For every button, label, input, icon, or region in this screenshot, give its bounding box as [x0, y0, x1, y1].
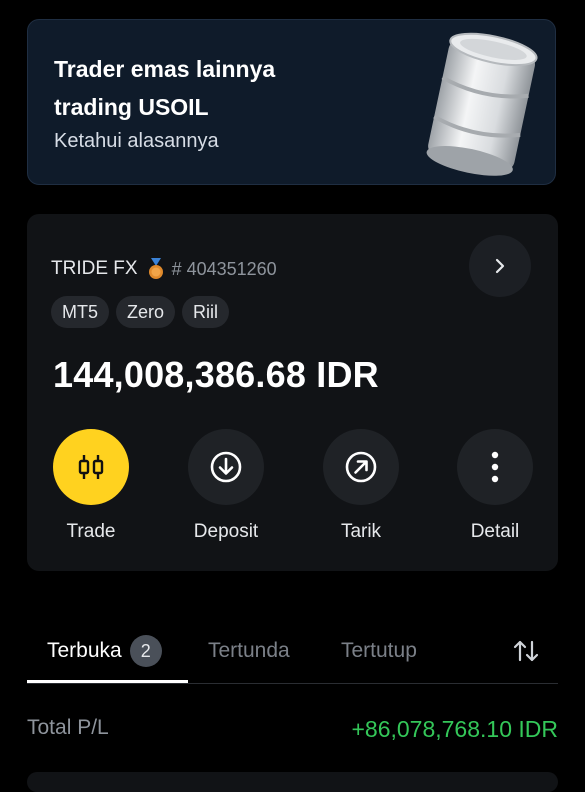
account-actions: Trade Deposit Tarik Detail [27, 429, 558, 549]
open-count-badge: 2 [129, 635, 162, 667]
withdraw-arrow-icon [345, 451, 377, 483]
tag-mode: Riil [182, 296, 230, 328]
medal-icon [148, 258, 163, 279]
detail-button[interactable]: Detail [440, 429, 550, 543]
withdraw-label: Tarik [340, 521, 382, 542]
tab-open[interactable]: Terbuka 2 [47, 620, 162, 682]
total-pl-value: +86,078,768.10 IDR [351, 716, 558, 742]
account-card: TRIDE FX # 404351260 MT5 Zero Riil 144,0… [27, 214, 558, 571]
sort-arrows-icon[interactable] [511, 636, 541, 666]
tab-pending-label: Tertunda [208, 639, 290, 662]
trade-candles-icon [78, 455, 104, 479]
trade-circle[interactable] [53, 429, 129, 505]
deposit-button[interactable]: Deposit [171, 429, 281, 543]
tab-open-label: Terbuka [47, 639, 122, 662]
promo-title: Trader emas lainnya trading USOIL [54, 56, 276, 120]
trade-button[interactable]: Trade [36, 429, 146, 543]
total-pl-label: Total P/L [27, 716, 109, 739]
oil-barrel-image [426, 32, 538, 176]
account-name: TRIDE FX [51, 258, 138, 279]
tag-account-type: Zero [116, 296, 176, 328]
active-tab-indicator [27, 680, 188, 683]
deposit-label: Deposit [193, 521, 259, 542]
position-card-partial[interactable] [27, 772, 558, 792]
account-tags: MT5 Zero Riil [51, 296, 230, 328]
deposit-circle[interactable] [188, 429, 264, 505]
total-pl-row: Total P/L +86,078,768.10 IDR [27, 712, 558, 746]
account-header: TRIDE FX # 404351260 [51, 257, 277, 281]
withdraw-button[interactable]: Tarik [306, 429, 416, 543]
tabs-divider [27, 683, 558, 684]
positions-tabs: Terbuka 2 Tertunda Tertutup [27, 620, 558, 684]
account-balance: 144,008,386.68 IDR [53, 354, 379, 395]
deposit-arrow-icon [210, 451, 242, 483]
promo-subtitle: Ketahui alasannya [54, 130, 219, 152]
withdraw-circle[interactable] [323, 429, 399, 505]
more-vertical-icon [491, 451, 499, 483]
tab-closed[interactable]: Tertutup [341, 620, 417, 682]
tab-pending[interactable]: Tertunda [208, 620, 290, 682]
account-open-button[interactable] [469, 235, 531, 297]
detail-circle[interactable] [457, 429, 533, 505]
chevron-right-icon [495, 258, 505, 274]
account-number: # 404351260 [171, 258, 277, 279]
detail-label: Detail [470, 521, 520, 542]
tab-closed-label: Tertutup [341, 639, 417, 662]
tag-platform: MT5 [51, 296, 109, 328]
promo-banner[interactable]: Trader emas lainnya trading USOIL Ketahu… [27, 19, 556, 185]
trade-label: Trade [66, 521, 116, 542]
